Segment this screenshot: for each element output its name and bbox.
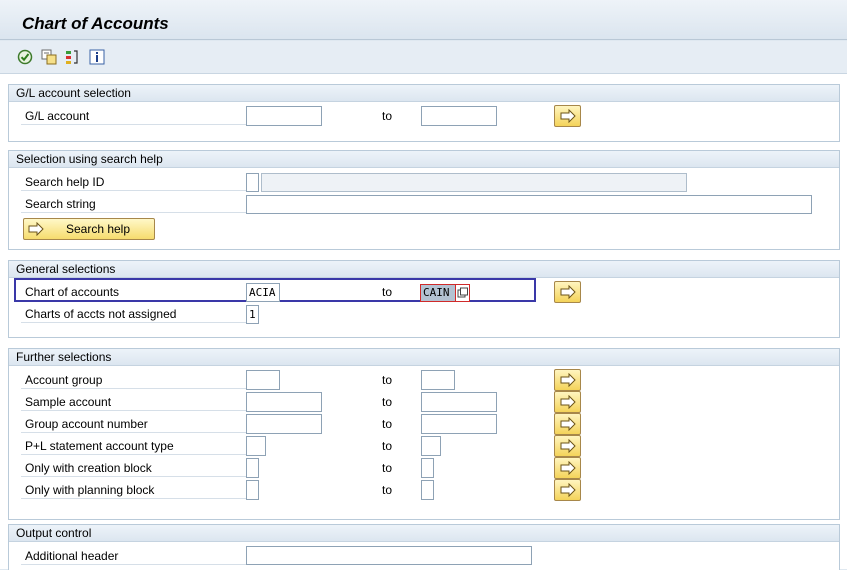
page-title: Chart of Accounts xyxy=(22,14,169,33)
gl-account-from-input[interactable] xyxy=(246,106,322,126)
chart-of-accounts-label: Chart of accounts xyxy=(25,285,120,299)
multiple-selection-button[interactable] xyxy=(554,479,581,501)
multiple-selection-button[interactable] xyxy=(554,281,581,303)
get-variant-icon[interactable] xyxy=(40,48,58,66)
to-label: to xyxy=(382,417,393,431)
search-help-button-label: Search help xyxy=(65,222,131,236)
group-gl-account-selection: G/L account selection G/L account to xyxy=(8,84,840,142)
value-help-button[interactable] xyxy=(456,284,470,302)
pl-statement-account-type-to-input[interactable] xyxy=(421,436,441,456)
sample-account-from-input[interactable] xyxy=(246,392,322,412)
additional-header-input[interactable] xyxy=(246,546,532,565)
to-label: to xyxy=(382,461,393,475)
creation-block-label: Only with creation block xyxy=(21,460,246,477)
search-string-label: Search string xyxy=(21,196,246,213)
multiple-selection-icon xyxy=(560,285,576,299)
multiple-selection-button[interactable] xyxy=(554,391,581,413)
info-icon[interactable] xyxy=(88,48,106,66)
multiple-selection-icon xyxy=(560,395,576,409)
search-help-id-input[interactable] xyxy=(246,173,259,192)
creation-block-to-input[interactable] xyxy=(421,458,434,478)
to-label: to xyxy=(382,285,393,299)
search-help-button[interactable]: Search help xyxy=(23,218,155,240)
group-title: G/L account selection xyxy=(9,85,839,102)
multiple-selection-button[interactable] xyxy=(554,369,581,391)
multiple-selection-icon xyxy=(560,373,576,387)
search-string-input[interactable] xyxy=(246,195,812,214)
gl-account-label: G/L account xyxy=(21,108,246,125)
charts-not-assigned-input[interactable]: 1 xyxy=(246,305,259,324)
multiple-selection-button[interactable] xyxy=(554,105,581,127)
group-account-number-from-input[interactable] xyxy=(246,414,322,434)
additional-header-label: Additional header xyxy=(21,548,246,565)
account-group-from-input[interactable] xyxy=(246,370,280,390)
group-further-selections: Further selections Account group to Samp… xyxy=(8,348,840,520)
multiple-selection-button[interactable] xyxy=(554,457,581,479)
application-toolbar xyxy=(0,41,847,73)
planning-block-to-input[interactable] xyxy=(421,480,434,500)
group-title: General selections xyxy=(9,261,839,278)
multiple-selection-icon xyxy=(560,439,576,453)
sample-account-label: Sample account xyxy=(21,394,246,411)
to-label: to xyxy=(382,373,393,387)
multiple-selection-icon xyxy=(560,109,576,123)
to-label: to xyxy=(382,395,393,409)
multiple-selection-icon xyxy=(560,417,576,431)
gl-account-to-input[interactable] xyxy=(421,106,497,126)
pl-statement-account-type-label: P+L statement account type xyxy=(21,438,246,455)
multiple-selection-button[interactable] xyxy=(554,413,581,435)
search-help-arrow-icon xyxy=(28,222,44,236)
multiple-selection-button[interactable] xyxy=(554,435,581,457)
planning-block-from-input[interactable] xyxy=(246,480,259,500)
group-search-help-selection: Selection using search help Search help … xyxy=(8,150,840,250)
search-help-id-label: Search help ID xyxy=(21,174,246,191)
to-label: to xyxy=(382,439,393,453)
group-title: Further selections xyxy=(9,349,839,366)
account-group-to-input[interactable] xyxy=(421,370,455,390)
group-title: Output control xyxy=(9,525,839,542)
sample-account-to-input[interactable] xyxy=(421,392,497,412)
account-group-label: Account group xyxy=(21,372,246,389)
group-general-selections: General selections Chart of accounts ACI… xyxy=(8,260,840,338)
multiple-selection-icon xyxy=(560,483,576,497)
creation-block-from-input[interactable] xyxy=(246,458,259,478)
chart-of-accounts-from-input[interactable]: ACIA xyxy=(246,283,280,302)
search-help-description-field xyxy=(261,173,687,192)
copy-icon xyxy=(457,287,468,298)
to-label: to xyxy=(382,109,393,123)
charts-not-assigned-label: Charts of accts not assigned xyxy=(21,306,246,323)
selection-options-icon[interactable] xyxy=(64,48,82,66)
group-title: Selection using search help xyxy=(9,151,839,168)
group-account-number-to-input[interactable] xyxy=(421,414,497,434)
multiple-selection-icon xyxy=(560,461,576,475)
execute-icon[interactable] xyxy=(16,48,34,66)
chart-of-accounts-to-input[interactable]: CAIN xyxy=(420,284,456,302)
to-label: to xyxy=(382,483,393,497)
pl-statement-account-type-from-input[interactable] xyxy=(246,436,266,456)
selection-screen: G/L account selection G/L account to Sel… xyxy=(0,73,847,570)
group-output-control: Output control Additional header xyxy=(8,524,840,570)
title-bar: Chart of Accounts xyxy=(0,0,847,40)
group-account-number-label: Group account number xyxy=(21,416,246,433)
planning-block-label: Only with planning block xyxy=(21,482,246,499)
